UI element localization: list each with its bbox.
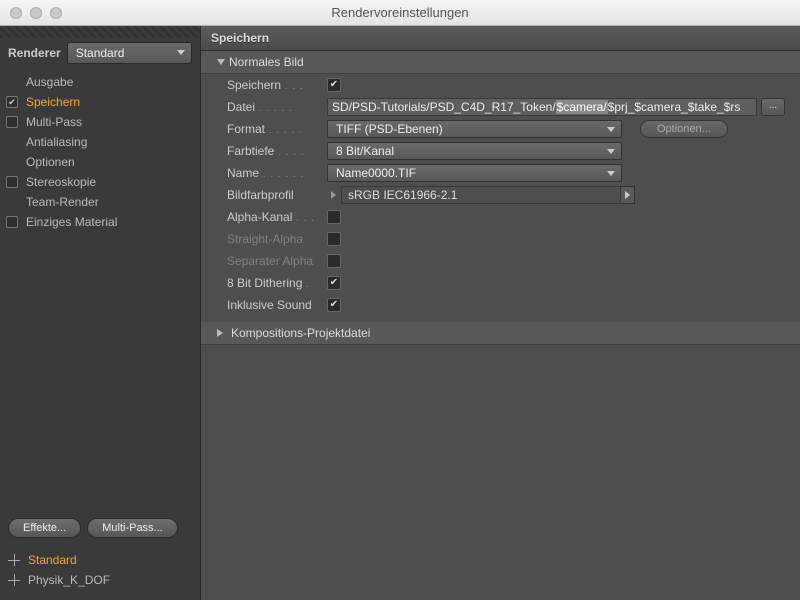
chevron-down-icon (217, 59, 225, 65)
profile-picker-icon[interactable] (327, 186, 339, 204)
preset-icon (8, 554, 20, 566)
preset-icon (8, 574, 20, 586)
sidebar-item-ausgabe[interactable]: Ausgabe (0, 72, 200, 92)
sidebar-item-label: Ausgabe (26, 75, 73, 89)
label-save: Speichern (227, 78, 281, 92)
sidebar-item-label: Multi-Pass (26, 115, 82, 129)
preset-label: Physik_K_DOF (28, 573, 110, 587)
sidebar-item-label: Optionen (26, 155, 75, 169)
format-dropdown[interactable]: TIFF (PSD-Ebenen) (327, 120, 622, 138)
presets-list: Standard Physik_K_DOF (0, 544, 200, 600)
group-normal-image[interactable]: Normales Bild (201, 51, 800, 74)
sidebar-item-speichern[interactable]: Speichern (0, 92, 200, 112)
label-name: Name (227, 166, 259, 180)
label-sound: Inklusive Sound (227, 298, 312, 312)
sidebar-item-multi-pass[interactable]: Multi-Pass (0, 112, 200, 132)
label-file: Datei (227, 100, 255, 114)
sidebar-item-label: Einziges Material (26, 215, 117, 229)
straight-alpha-checkbox (327, 232, 341, 246)
label-sepalpha: Separater Alpha (227, 254, 313, 268)
content-panel: Speichern Normales Bild Speichern . . . … (200, 26, 800, 600)
label-depth: Farbtiefe (227, 144, 274, 158)
label-dither: 8 Bit Dithering (227, 276, 302, 290)
renderer-label: Renderer (8, 46, 61, 60)
sidebar-item-team-render[interactable]: Team-Render (0, 192, 200, 212)
preset-label: Standard (28, 553, 77, 567)
sidebar-item-antialiasing[interactable]: Antialiasing (0, 132, 200, 152)
sidebar-item-einziges material[interactable]: Einziges Material (0, 212, 200, 232)
sidebar-item-label: Stereoskopie (26, 175, 96, 189)
section-header: Speichern (201, 26, 800, 51)
sidebar-checkbox[interactable] (6, 116, 18, 128)
profile-arrow-button[interactable] (621, 186, 635, 204)
sidebar: Renderer Standard Ausgabe Speichern Multi-… (0, 26, 200, 600)
label-format: Format (227, 122, 265, 136)
titlebar: Rendervoreinstellungen (0, 0, 800, 26)
preset-standard[interactable]: Standard (0, 550, 200, 570)
save-checkbox[interactable] (327, 78, 341, 92)
renderer-dropdown[interactable]: Standard (67, 42, 192, 64)
multipass-button[interactable]: Multi-Pass... (87, 518, 178, 538)
name-dropdown[interactable]: Name0000.TIF (327, 164, 622, 182)
label-straight: Straight-Alpha (227, 232, 303, 246)
sidebar-item-label: Speichern (26, 95, 80, 109)
settings-tree: Ausgabe Speichern Multi-Pass Antialiasing Op… (0, 68, 200, 236)
depth-dropdown[interactable]: 8 Bit/Kanal (327, 142, 622, 160)
sidebar-checkbox[interactable] (6, 216, 18, 228)
sidebar-item-optionen[interactable]: Optionen (0, 152, 200, 172)
file-browse-button[interactable]: ... (761, 98, 785, 116)
sidebar-item-stereoskopie[interactable]: Stereoskopie (0, 172, 200, 192)
chevron-right-icon (217, 329, 227, 337)
format-options-button[interactable]: Optionen... (640, 120, 728, 138)
window-title: Rendervoreinstellungen (0, 5, 800, 20)
group-composition-project[interactable]: Kompositions-Projektdatei (201, 322, 800, 345)
file-path-input[interactable]: SD/PSD-Tutorials/PSD_C4D_R17_Token/$came… (327, 98, 757, 116)
dither-checkbox[interactable] (327, 276, 341, 290)
preset-physik_k_dof[interactable]: Physik_K_DOF (0, 570, 200, 590)
sidebar-checkbox[interactable] (6, 176, 18, 188)
sidebar-item-label: Antialiasing (26, 135, 87, 149)
sidebar-checkbox[interactable] (6, 96, 18, 108)
sound-checkbox[interactable] (327, 298, 341, 312)
separate-alpha-checkbox (327, 254, 341, 268)
profile-field[interactable]: sRGB IEC61966-2.1 (341, 186, 621, 204)
label-alpha: Alpha-Kanal (227, 210, 292, 224)
sidebar-item-label: Team-Render (26, 195, 99, 209)
effects-button[interactable]: Effekte... (8, 518, 81, 538)
alpha-checkbox[interactable] (327, 210, 341, 224)
label-profile: Bildfarbprofil (227, 188, 294, 202)
grip-stripe (0, 26, 200, 38)
